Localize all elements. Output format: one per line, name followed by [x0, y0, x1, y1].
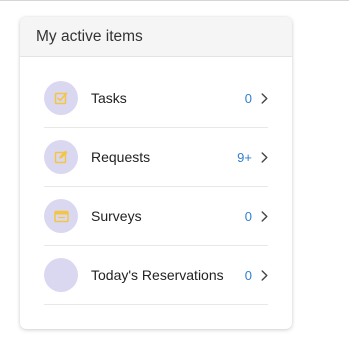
list-item-requests[interactable]: Requests 9+ [44, 128, 268, 187]
item-label: Today's Reservations [91, 267, 224, 283]
list-item-surveys[interactable]: Surveys 0 [44, 187, 268, 246]
chevron-right-icon [260, 92, 268, 104]
edit-icon [54, 150, 68, 164]
item-count: 9+ [237, 149, 252, 165]
chevron-right-icon [260, 210, 268, 222]
active-items-card: My active items Tasks 0 Requests 9+ Surv… [20, 17, 292, 329]
avatar [44, 81, 78, 115]
avatar [44, 258, 78, 292]
checkbox-icon [54, 92, 68, 105]
survey-icon [53, 210, 69, 222]
item-count: 0 [244, 267, 252, 283]
chevron-right-icon [260, 151, 268, 163]
active-items-list: Tasks 0 Requests 9+ Surveys 0 Today's Re… [44, 69, 268, 305]
list-item-tasks[interactable]: Tasks 0 [44, 69, 268, 128]
card-title: My active items [36, 27, 143, 45]
list-item-reservations[interactable]: Today's Reservations 0 [44, 246, 268, 305]
top-divider [0, 0, 349, 1]
chevron-right-icon [260, 269, 268, 281]
item-count: 0 [244, 208, 252, 224]
avatar [44, 199, 78, 233]
item-label: Surveys [91, 208, 142, 224]
item-label: Requests [91, 149, 151, 165]
item-label: Tasks [91, 90, 127, 106]
card-header: My active items [20, 17, 292, 57]
avatar [44, 140, 78, 174]
item-count: 0 [244, 90, 252, 106]
